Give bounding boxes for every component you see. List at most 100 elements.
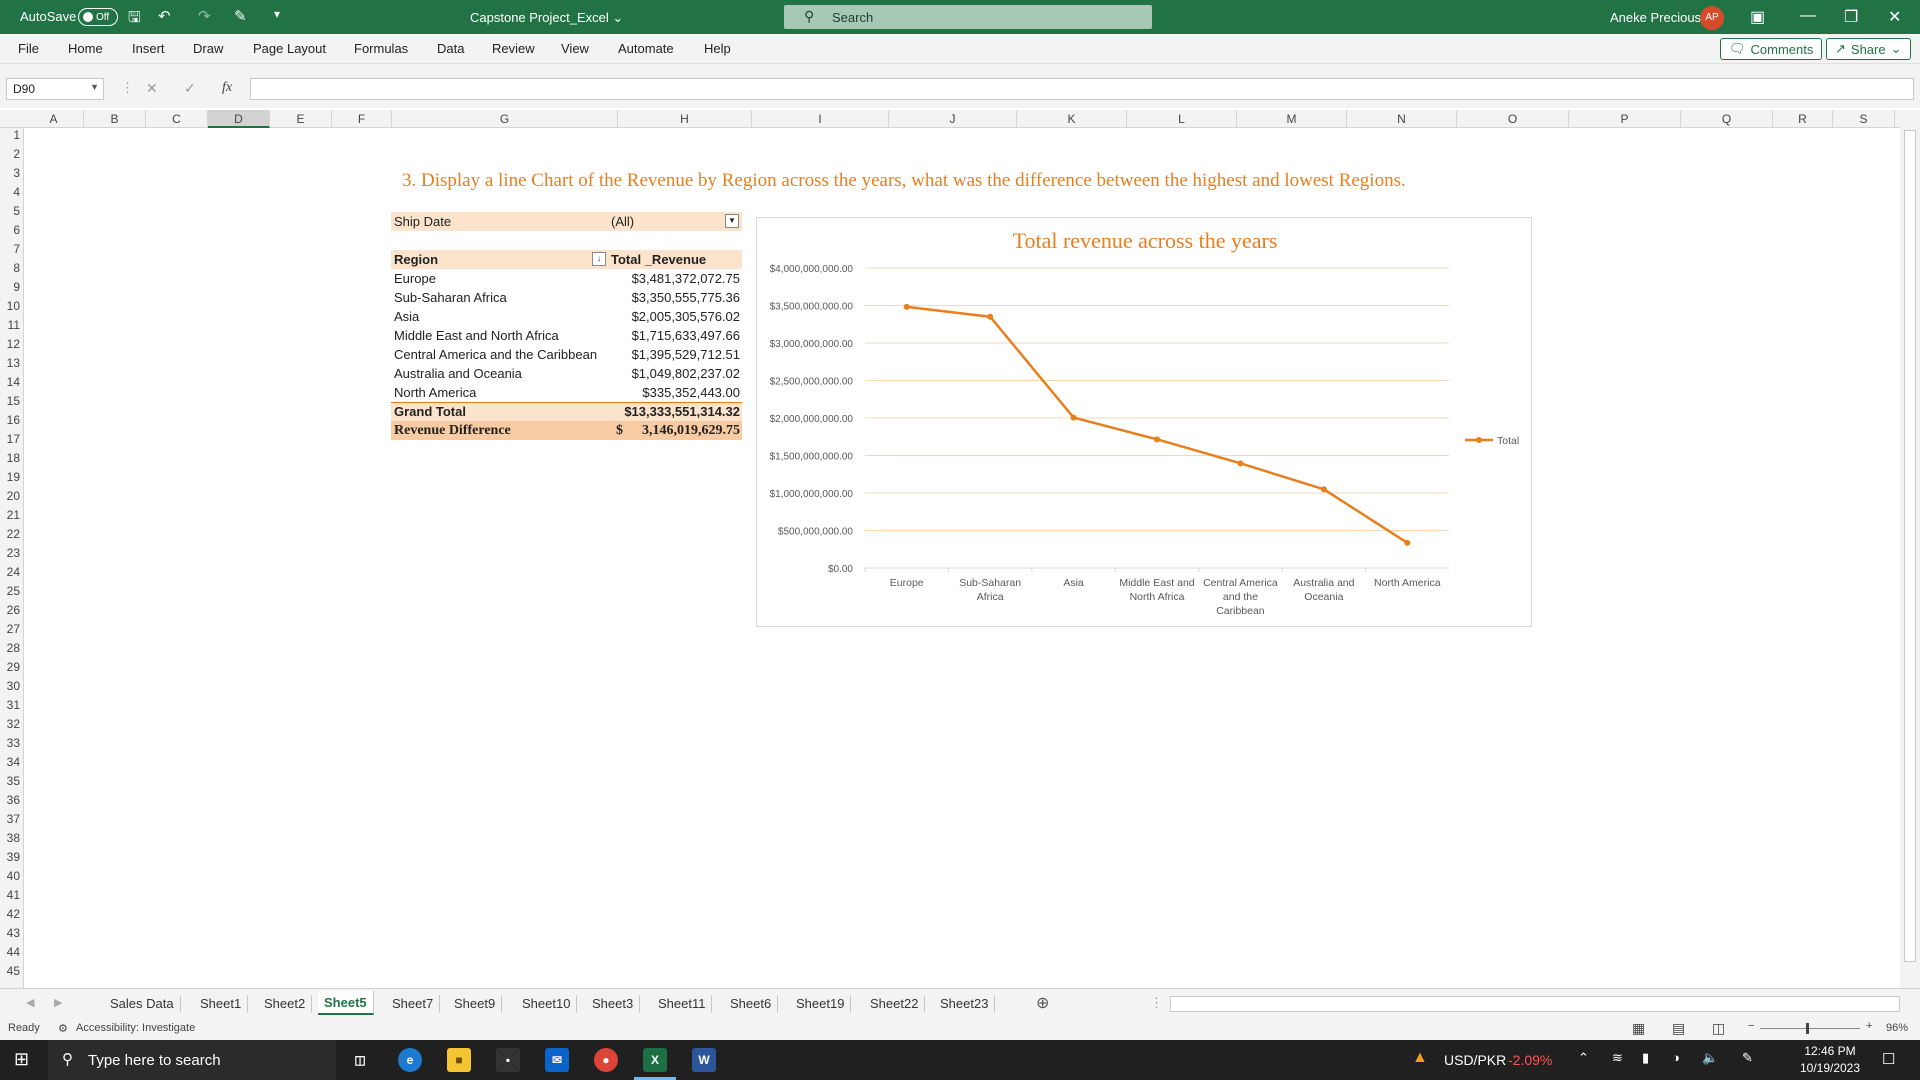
- row-header[interactable]: 18: [0, 451, 24, 465]
- mail-icon[interactable]: ✉: [545, 1048, 569, 1072]
- row-header[interactable]: 27: [0, 622, 24, 636]
- enter-icon[interactable]: ✓: [184, 80, 196, 97]
- row-header[interactable]: 10: [0, 299, 24, 313]
- row-header[interactable]: 39: [0, 850, 24, 864]
- clock-date[interactable]: 10/19/2023: [1790, 1061, 1870, 1075]
- chevron-up-icon[interactable]: ⌃: [1578, 1050, 1589, 1066]
- column-header[interactable]: I: [752, 110, 889, 128]
- minimize-icon[interactable]: —: [1800, 7, 1816, 25]
- format-painter-icon[interactable]: ✎: [234, 7, 247, 25]
- sheet-tab[interactable]: Sheet3: [586, 995, 641, 1013]
- clock-time[interactable]: 12:46 PM: [1790, 1044, 1870, 1058]
- sheet-tab[interactable]: Sheet1: [194, 995, 249, 1013]
- task-view-icon[interactable]: ◫: [348, 1048, 372, 1072]
- normal-view-icon[interactable]: ▦: [1632, 1020, 1645, 1037]
- sheet-tab[interactable]: Sheet9: [448, 995, 503, 1013]
- sheet-tab[interactable]: Sheet23: [934, 995, 996, 1013]
- save-icon[interactable]: 🖫: [128, 7, 141, 32]
- zoom-slider-handle[interactable]: [1806, 1023, 1809, 1034]
- row-header[interactable]: 8: [0, 261, 24, 275]
- row-header[interactable]: 3: [0, 166, 24, 180]
- windows-start-icon[interactable]: ⊞: [14, 1049, 29, 1070]
- zoom-slider[interactable]: [1760, 1028, 1860, 1029]
- share-button[interactable]: ↗ Share ⌄: [1826, 38, 1911, 60]
- avatar[interactable]: AP: [1700, 6, 1724, 30]
- filter-value[interactable]: (All): [611, 212, 634, 231]
- accessibility-icon[interactable]: ⚙: [58, 1022, 68, 1035]
- row-header[interactable]: 22: [0, 527, 24, 541]
- row-header[interactable]: 13: [0, 356, 24, 370]
- scroll-thumb[interactable]: [1904, 130, 1916, 962]
- row-header[interactable]: 24: [0, 565, 24, 579]
- store-icon[interactable]: ▪: [496, 1048, 520, 1072]
- vertical-scrollbar[interactable]: [1900, 110, 1920, 988]
- accessibility-status[interactable]: Accessibility: Investigate: [76, 1022, 195, 1034]
- column-header[interactable]: F: [332, 110, 392, 128]
- formula-input[interactable]: [250, 78, 1914, 100]
- row-header[interactable]: 26: [0, 603, 24, 617]
- row-header[interactable]: 14: [0, 375, 24, 389]
- row-header[interactable]: 16: [0, 413, 24, 427]
- tab-data[interactable]: Data: [437, 41, 464, 56]
- row-header[interactable]: 6: [0, 223, 24, 237]
- column-header[interactable]: H: [618, 110, 752, 128]
- row-header[interactable]: 29: [0, 660, 24, 674]
- zoom-level[interactable]: 96%: [1886, 1022, 1908, 1034]
- column-header[interactable]: N: [1347, 110, 1457, 128]
- row-header[interactable]: 23: [0, 546, 24, 560]
- user-name[interactable]: Aneke Precious: [1610, 10, 1701, 25]
- row-header[interactable]: 38: [0, 831, 24, 845]
- row-header[interactable]: 28: [0, 641, 24, 655]
- prev-sheet-icon[interactable]: ◀: [26, 996, 34, 1009]
- column-header[interactable]: C: [146, 110, 208, 128]
- pen-icon[interactable]: ✎: [1742, 1050, 1753, 1066]
- fx-icon[interactable]: fx: [222, 80, 232, 96]
- row-header[interactable]: 20: [0, 489, 24, 503]
- sheet-tab[interactable]: Sheet22: [864, 995, 926, 1013]
- row-header[interactable]: 34: [0, 755, 24, 769]
- customize-qat-icon[interactable]: ▾: [274, 7, 280, 21]
- row-header[interactable]: 19: [0, 470, 24, 484]
- sheet-tab[interactable]: Sheet11: [652, 995, 713, 1013]
- row-header[interactable]: 35: [0, 774, 24, 788]
- document-title[interactable]: Capstone Project_Excel ⌄: [470, 10, 623, 26]
- horizontal-scrollbar[interactable]: [1170, 996, 1900, 1012]
- row-header[interactable]: 4: [0, 185, 24, 199]
- column-header[interactable]: A: [24, 110, 84, 128]
- row-header[interactable]: 37: [0, 812, 24, 826]
- row-header[interactable]: 30: [0, 679, 24, 693]
- tab-insert[interactable]: Insert: [132, 41, 165, 56]
- name-box[interactable]: D90 ▼: [6, 78, 104, 100]
- sort-filter-icon[interactable]: ↓: [592, 252, 606, 266]
- excel-icon[interactable]: X: [643, 1048, 667, 1072]
- row-header[interactable]: 43: [0, 926, 24, 940]
- column-header[interactable]: O: [1457, 110, 1569, 128]
- undo-icon[interactable]: ↶: [158, 7, 171, 25]
- column-header[interactable]: L: [1127, 110, 1237, 128]
- column-header[interactable]: S: [1833, 110, 1895, 128]
- column-header[interactable]: M: [1237, 110, 1347, 128]
- stocks-icon[interactable]: ▲: [1412, 1049, 1428, 1067]
- row-header[interactable]: 2: [0, 147, 24, 161]
- row-header[interactable]: 25: [0, 584, 24, 598]
- row-header[interactable]: 40: [0, 869, 24, 883]
- network-icon[interactable]: ≋: [1612, 1050, 1623, 1066]
- column-header[interactable]: K: [1017, 110, 1127, 128]
- autosave-toggle[interactable]: Off: [78, 8, 118, 26]
- page-layout-view-icon[interactable]: ▤: [1672, 1020, 1685, 1037]
- tab-review[interactable]: Review: [492, 41, 535, 56]
- cancel-icon[interactable]: ✕: [146, 80, 158, 97]
- zoom-out-icon[interactable]: −: [1748, 1020, 1754, 1032]
- chrome-icon[interactable]: ●: [594, 1048, 618, 1072]
- column-header[interactable]: E: [270, 110, 332, 128]
- speaker-icon[interactable]: 🔈: [1702, 1050, 1718, 1066]
- row-header[interactable]: 21: [0, 508, 24, 522]
- row-header[interactable]: 9: [0, 280, 24, 294]
- column-header[interactable]: P: [1569, 110, 1681, 128]
- restore-icon[interactable]: ❐: [1844, 7, 1858, 27]
- tab-help[interactable]: Help: [704, 41, 731, 56]
- tab-view[interactable]: View: [561, 41, 589, 56]
- battery-icon[interactable]: ▮: [1642, 1050, 1649, 1066]
- revenue-line-chart[interactable]: Total revenue across the years $0.00 $500,…: [756, 217, 1532, 627]
- sheet-tab[interactable]: Sheet6: [724, 995, 779, 1013]
